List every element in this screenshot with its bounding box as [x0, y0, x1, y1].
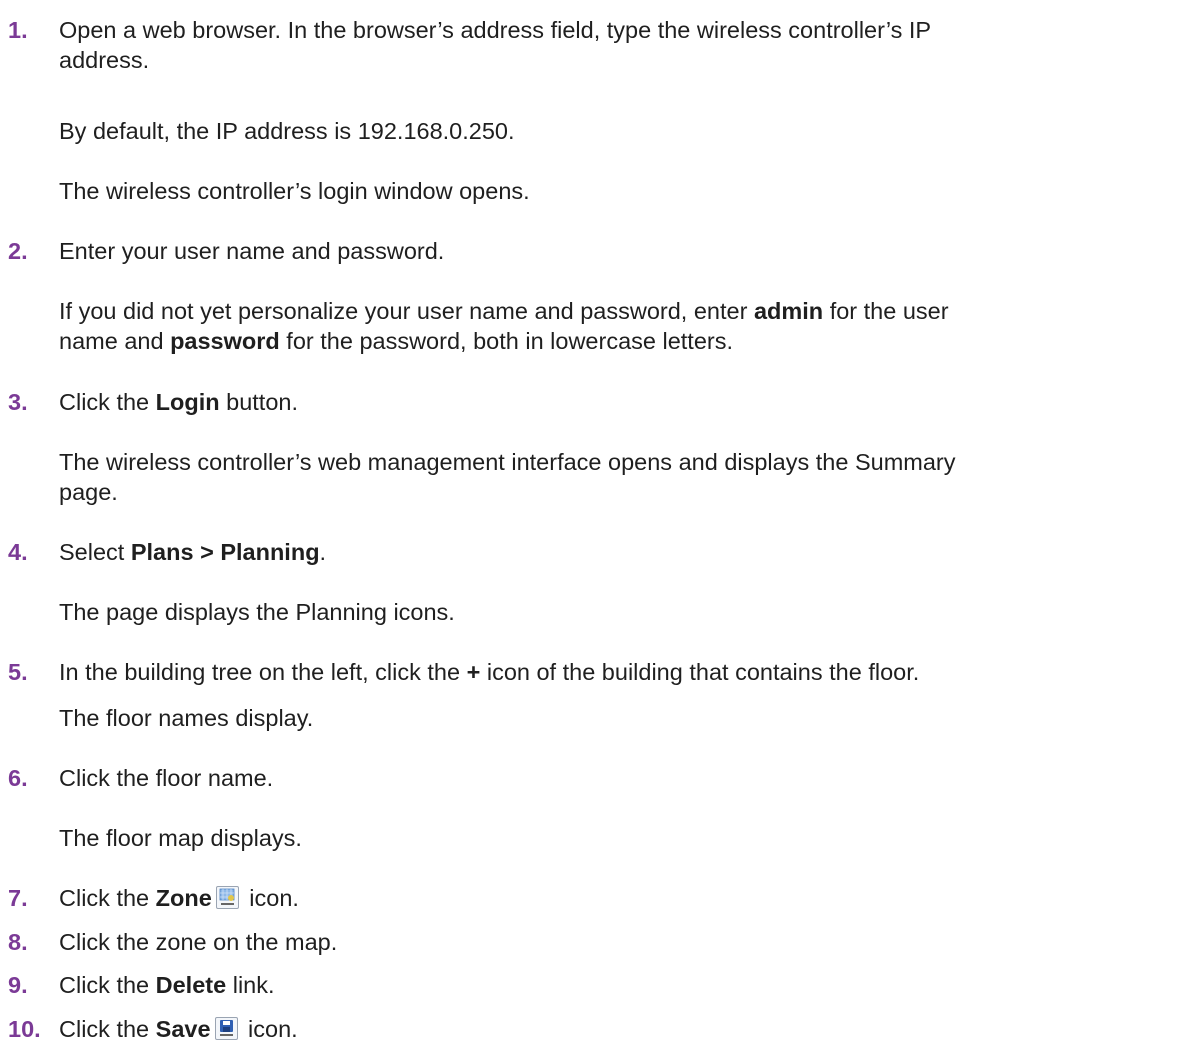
step-note: By default, the IP address is 192.168.0.… — [59, 118, 515, 144]
step-note: The floor map displays. — [59, 825, 302, 851]
step-note: The wireless controller’s web management… — [59, 449, 956, 505]
document-page: 1. Open a web browser. In the browser’s … — [0, 0, 1182, 1053]
step-text: Click the floor name. — [59, 765, 274, 791]
step-text: Select Plans > Planning. — [59, 539, 327, 565]
step-text: Click the Login button. — [59, 389, 298, 415]
step-text: Click the Zone icon. — [59, 885, 299, 911]
step-text: Open a web browser. In the browser’s add… — [59, 17, 932, 73]
step-number: 5. — [8, 659, 28, 685]
step-text: In the building tree on the left, click … — [59, 659, 920, 685]
step-number: 7. — [8, 885, 28, 911]
step-note: If you did not yet personalize your user… — [59, 298, 949, 354]
zone-icon — [215, 886, 239, 909]
save-floppy-icon — [214, 1017, 238, 1040]
step-text: Enter your user name and password. — [59, 238, 445, 264]
step-number: 8. — [8, 929, 28, 955]
step-note: The page displays the Planning icons. — [59, 599, 455, 625]
step-number: 1. — [8, 17, 28, 43]
step-number: 4. — [8, 539, 28, 565]
step-number: 2. — [8, 238, 28, 264]
step-number: 10. — [8, 1016, 41, 1042]
step-number: 3. — [8, 389, 28, 415]
step-text: Click the Delete link. — [59, 972, 275, 998]
step-note: The wireless controller’s login window o… — [59, 178, 530, 204]
step-text: Click the zone on the map. — [59, 929, 338, 955]
step-number: 6. — [8, 765, 28, 791]
step-text: Click the Save icon. — [59, 1016, 298, 1042]
step-number: 9. — [8, 972, 28, 998]
step-note: The floor names display. — [59, 705, 314, 731]
